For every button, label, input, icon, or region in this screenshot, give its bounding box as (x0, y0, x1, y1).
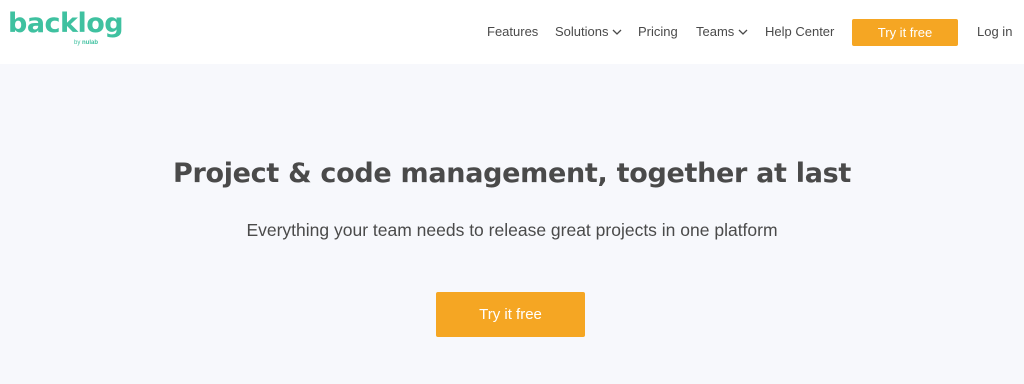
logo-wordmark: backlog (8, 8, 124, 39)
logo-by-prefix: by (74, 40, 81, 46)
hero-subtitle: Everything your team needs to release gr… (246, 220, 778, 240)
chevron-down-icon (613, 29, 622, 35)
page: backlog by nulab Features Solutions Pric… (0, 0, 1024, 384)
nav-teams-label: Teams (696, 24, 735, 39)
try-it-free-hero-button[interactable]: Try it free (436, 292, 585, 337)
logo-by-brand: nulab (82, 40, 99, 46)
nav-pricing-label: Pricing (638, 24, 678, 39)
logo-byline: by nulab (74, 39, 98, 47)
nav-solutions[interactable]: Solutions (555, 24, 622, 40)
backlog-logo[interactable]: backlog by nulab (8, 9, 124, 49)
nav-login-label: Log in (977, 24, 1013, 39)
nav-help-center[interactable]: Help Center (765, 24, 834, 40)
hero-title: Project & code management, together at l… (172, 158, 852, 189)
nav-teams[interactable]: Teams (696, 24, 748, 40)
nav-pricing[interactable]: Pricing (638, 24, 678, 40)
try-it-free-header-button[interactable]: Try it free (852, 19, 958, 46)
chevron-down-icon (738, 29, 748, 35)
nav-solutions-label: Solutions (555, 24, 609, 39)
site-header: backlog by nulab Features Solutions Pric… (0, 0, 1024, 64)
nav-login[interactable]: Log in (977, 24, 1012, 40)
nav-features-label: Features (487, 24, 539, 39)
nav-features[interactable]: Features (487, 24, 538, 40)
nav-help-center-label: Help Center (765, 24, 835, 39)
